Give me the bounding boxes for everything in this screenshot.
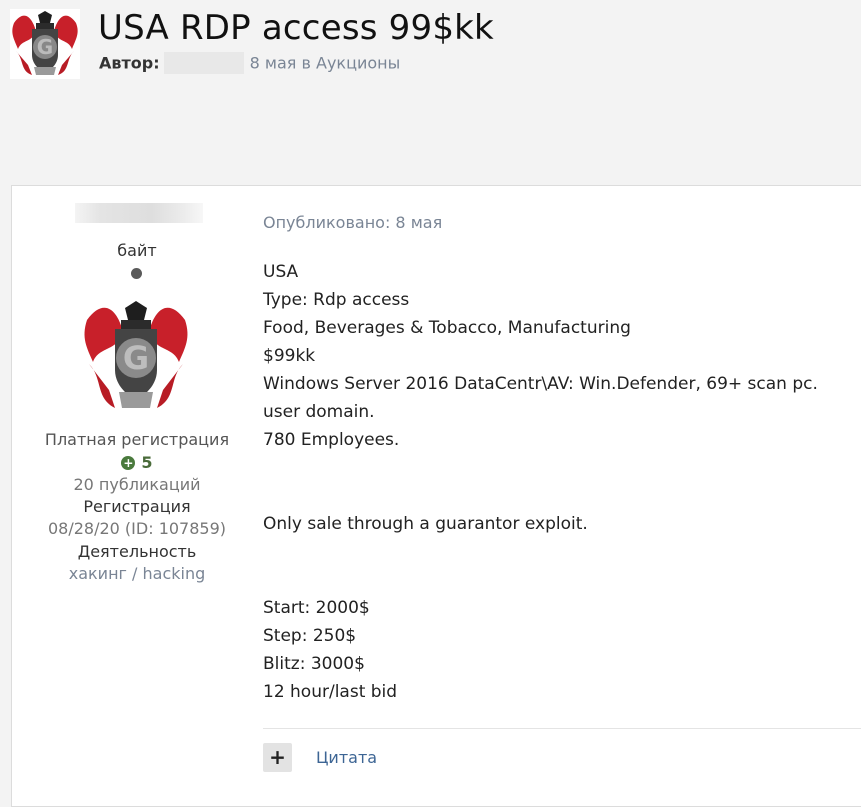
post-body-line: 780 Employees. [263, 430, 400, 450]
post-body-line [263, 566, 818, 594]
post-body-line: Type: Rdp access [263, 290, 410, 310]
author-rank: байт [117, 241, 157, 260]
author-posts-count: 20 публикаций [73, 475, 201, 494]
coat-of-arms-avatar-icon[interactable]: G [81, 298, 191, 416]
coat-of-arms-avatar-icon[interactable]: G [10, 9, 80, 79]
post-container: байт G Платная регистрация +5 20 публика… [11, 185, 861, 807]
reputation-value: 5 [141, 453, 153, 472]
svg-text:G: G [37, 35, 53, 59]
plus-circle-icon: + [121, 456, 136, 470]
post-body-line: Start: 2000$ [263, 598, 370, 618]
reputation-badge: +5 [12, 452, 262, 474]
post-body-line [263, 538, 818, 566]
topic-title: USA RDP access 99$kk [98, 8, 494, 48]
svg-text:G: G [123, 339, 149, 377]
activity-label: Деятельность [77, 542, 197, 561]
topic-date-section[interactable]: 8 мая в Аукционы [250, 54, 401, 73]
post-body-line: 12 hour/last bid [263, 682, 398, 702]
post-body-line: $99kk [263, 346, 316, 366]
multiquote-button[interactable]: + [263, 743, 292, 772]
post-body-line: Food, Beverages & Tobacco, Manufacturing [263, 318, 631, 338]
post-body-line: Step: 250$ [263, 626, 357, 646]
activity-value: хакинг / hacking [68, 564, 206, 583]
post-body-line: user domain. [263, 402, 375, 422]
post-body-line [263, 482, 818, 510]
registration-value: 08/28/20 (ID: 107859) [47, 519, 227, 538]
post-body-line: USA [263, 262, 299, 282]
topic-meta: Автор: 8 мая в Аукционы [99, 52, 401, 75]
online-status-icon [131, 268, 142, 279]
author-label: Автор: [99, 53, 160, 73]
quote-link[interactable]: Цитата [316, 748, 377, 767]
author-name-link[interactable] [163, 52, 244, 74]
topic-header: G USA RDP access 99$kk Автор: 8 мая в Аук… [0, 0, 861, 120]
post-body-line: Only sale through a guarantor exploit. [263, 514, 588, 534]
post-body-line [263, 454, 818, 482]
post-published-date: Опубликовано: 8 мая [263, 213, 443, 232]
post-body-line: Windows Server 2016 DataCentr\AV: Win.De… [263, 374, 818, 394]
author-group: Платная регистрация [44, 430, 230, 449]
registration-label: Регистрация [83, 497, 191, 516]
author-name[interactable] [75, 203, 203, 223]
post-body: USA Type: Rdp access Food, Beverages & Tob… [263, 258, 818, 706]
post-body-line: Blitz: 3000$ [263, 654, 365, 674]
post-divider [263, 728, 861, 729]
